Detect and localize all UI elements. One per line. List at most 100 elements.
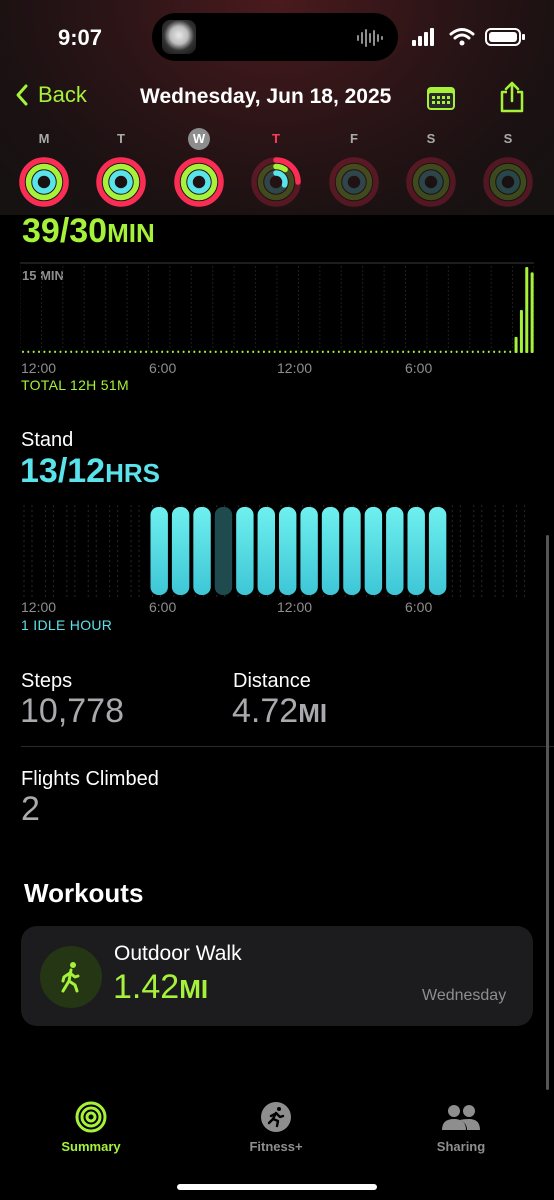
tab-sharing[interactable]: Sharing: [401, 1101, 521, 1154]
tab-sharing-label: Sharing: [436, 1139, 486, 1154]
stand-value: 13/12HRS: [20, 452, 160, 490]
day-label: T: [272, 131, 280, 146]
walking-figure-icon: [61, 962, 80, 993]
day-3[interactable]: T: [246, 128, 306, 208]
day-label: T: [117, 131, 125, 146]
workouts-heading: Workouts: [24, 878, 144, 908]
day-label: S: [426, 131, 436, 146]
activity-rings: [329, 157, 379, 207]
exercise-bar: [514, 336, 518, 353]
exercise-dot: [171, 350, 174, 353]
exercise-dot: [107, 350, 110, 353]
exercise-dot: [220, 350, 223, 353]
page-title: Wednesday, Jun 18, 2025: [140, 85, 392, 108]
exercise-dot: [70, 350, 73, 353]
exercise-dot: [145, 350, 148, 353]
day-label: M: [38, 131, 50, 146]
exercise-dot: [230, 350, 233, 353]
exercise-dot: [444, 350, 447, 353]
back-button[interactable]: Back: [14, 82, 87, 108]
exercise-dot: [439, 350, 442, 353]
exercise-dot: [482, 350, 485, 353]
day-label: F: [350, 131, 358, 146]
exercise-dot: [369, 350, 372, 353]
exercise-dot: [38, 350, 41, 353]
exercise-dot: [150, 350, 153, 353]
day-6[interactable]: S: [478, 128, 538, 208]
tab-summary-label: Summary: [61, 1139, 121, 1154]
exercise-dot: [343, 350, 346, 353]
tab-summary[interactable]: Summary: [31, 1101, 151, 1154]
exercise-dot: [295, 350, 298, 353]
activity-rings: [96, 157, 146, 207]
exercise-dot: [225, 350, 228, 353]
exercise-dot: [359, 350, 362, 353]
exercise-dot: [380, 350, 383, 353]
workout-name: Outdoor Walk: [114, 942, 242, 965]
exercise-dot: [246, 350, 249, 353]
exercise-dot: [391, 350, 394, 353]
exercise-dot: [450, 350, 453, 353]
exercise-dot: [27, 350, 30, 353]
exercise-bar: [525, 267, 529, 353]
exercise-value: 39/30MIN: [22, 212, 155, 250]
ring-progress: [109, 170, 133, 194]
stand-hour-bar: [171, 507, 190, 595]
exercise-dot: [375, 350, 378, 353]
day-5[interactable]: S: [401, 128, 461, 208]
running-figure-icon: [261, 1102, 291, 1132]
day-0[interactable]: M: [14, 128, 74, 208]
now-playing-artwork[interactable]: [162, 20, 196, 54]
people-icon: [442, 1105, 480, 1130]
exercise-dot: [337, 350, 340, 353]
exercise-dot: [402, 350, 405, 353]
day-4[interactable]: F: [324, 128, 384, 208]
exercise-dot: [487, 350, 490, 353]
tab-fitness-plus[interactable]: Fitness+: [216, 1101, 336, 1154]
exercise-dot: [493, 350, 496, 353]
exercise-dot: [268, 350, 271, 353]
calendar-button[interactable]: [426, 84, 456, 117]
stand-hour-bar: [279, 507, 297, 595]
home-indicator[interactable]: [177, 1184, 377, 1190]
workout-distance: 1.42MI: [113, 968, 209, 1006]
exercise-dot: [257, 350, 260, 353]
exercise-dot: [134, 350, 137, 353]
back-label: Back: [38, 82, 87, 107]
stand-axis-label: 12:00: [277, 599, 313, 615]
tab-fitness-label: Fitness+: [249, 1139, 303, 1154]
day-1[interactable]: T: [91, 128, 151, 208]
exercise-dot: [214, 350, 217, 353]
share-icon: [500, 81, 524, 113]
battery-icon: [485, 28, 525, 46]
share-button[interactable]: [498, 80, 526, 119]
stand-hour-bar: [343, 507, 361, 595]
exercise-dot: [193, 350, 196, 353]
activity-rings: [406, 157, 456, 207]
exercise-dot: [59, 350, 62, 353]
day-2[interactable]: W: [169, 128, 229, 208]
exercise-dot: [112, 350, 115, 353]
exercise-dot: [455, 350, 458, 353]
exercise-dot: [155, 350, 158, 353]
exercise-bar: [519, 310, 523, 353]
wifi-icon: [449, 28, 475, 40]
day-label: S: [503, 131, 513, 146]
exercise-dot: [102, 350, 105, 353]
flights-value: 2: [21, 790, 40, 828]
exercise-dot: [177, 350, 180, 353]
exercise-dot: [353, 350, 356, 353]
exercise-dot: [477, 350, 480, 353]
workout-icon-badge: [40, 946, 102, 1008]
cellular-signal-icon: [412, 28, 434, 46]
scrollbar[interactable]: [546, 535, 549, 1090]
steps-label: Steps: [21, 670, 73, 692]
exercise-axis-label: 12:00: [277, 360, 313, 376]
exercise-dot: [332, 350, 335, 353]
week-selector: MTWTFSS: [0, 128, 554, 218]
exercise-dot: [118, 350, 121, 353]
exercise-dot: [300, 350, 303, 353]
exercise-dot: [54, 350, 57, 353]
exercise-dot: [166, 350, 169, 353]
exercise-dot: [311, 350, 314, 353]
